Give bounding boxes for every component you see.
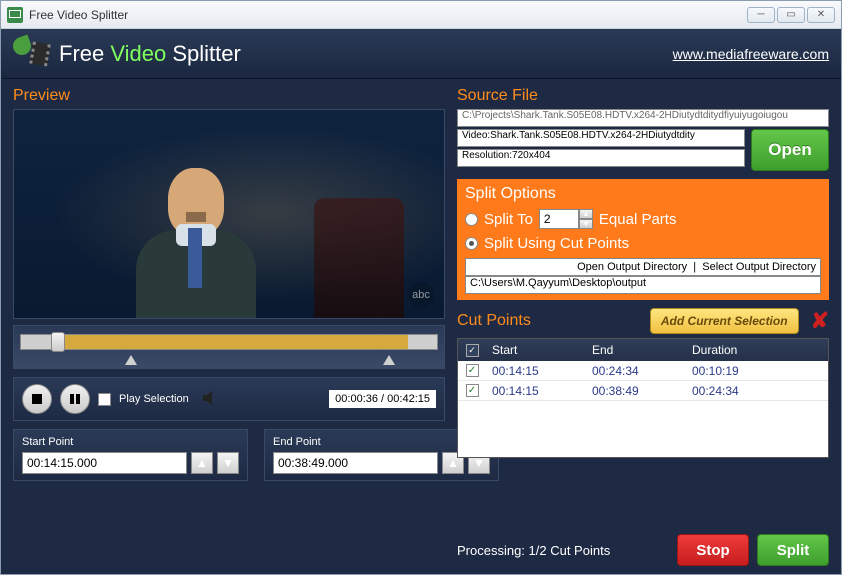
preview-viewport: abc [13,109,445,319]
split-options-label: Split Options [465,185,821,203]
close-button[interactable]: ✕ [807,7,835,23]
app-header: Free Video Splitter www.mediafreeware.co… [1,29,841,79]
table-row[interactable]: ✓ 00:14:1500:38:4900:24:34 [458,381,828,401]
start-point-down-button[interactable]: ▼ [217,452,239,474]
split-to-down[interactable]: ▼ [579,219,593,229]
time-display: 00:00:36 / 00:42:15 [329,390,436,408]
pause-button[interactable] [60,384,90,414]
titlebar[interactable]: Free Video Splitter ─ ▭ ✕ [1,1,841,29]
start-point-panel: Start Point ▲ ▼ [13,429,248,481]
cut-points-label: Cut Points [457,312,531,330]
processing-status: Processing: 1/2 Cut Points [457,543,610,558]
end-point-input[interactable] [273,452,438,474]
split-options-panel: Split Options Split To ▲ ▼ Equal Parts [457,179,829,300]
volume-icon[interactable] [203,391,219,408]
split-button[interactable]: Split [757,534,829,566]
start-point-input[interactable] [22,452,187,474]
maximize-button[interactable]: ▭ [777,7,805,23]
source-resolution-display: Resolution:720x404 [457,149,745,167]
split-using-cutpoints-label: Split Using Cut Points [484,235,629,252]
window-title: Free Video Splitter [29,8,128,22]
header-end: End [586,343,686,357]
row-checkbox[interactable]: ✓ [466,364,479,377]
add-current-selection-button[interactable]: Add Current Selection [650,308,799,334]
start-point-label: Start Point [22,436,239,448]
playhead-thumb[interactable] [51,332,65,352]
split-to-radio[interactable] [465,213,478,226]
table-row[interactable]: ✓ 00:14:1500:24:3400:10:19 [458,361,828,381]
header-duration: Duration [686,343,828,357]
play-selection-label: Play Selection [119,393,189,405]
split-to-up[interactable]: ▲ [579,209,593,219]
row-checkbox[interactable]: ✓ [466,384,479,397]
open-button[interactable]: Open [751,129,829,171]
stop-button[interactable] [22,384,52,414]
minimize-button[interactable]: ─ [747,7,775,23]
delete-icon[interactable]: ✘ [811,308,829,334]
selection-range[interactable] [58,335,407,349]
source-video-display: Video:Shark.Tank.S05E08.HDTV.x264-2HDiut… [457,129,745,147]
preview-label: Preview [13,87,445,105]
split-using-cutpoints-radio[interactable] [465,237,478,250]
stop-button-main[interactable]: Stop [677,534,749,566]
select-output-directory-link[interactable]: Select Output Directory [702,261,816,273]
row-start: 00:14:15 [486,364,586,378]
header-start: Start [486,343,586,357]
cut-points-table: ✓ Start End Duration ✓00:14:1500:24:3400… [457,338,829,458]
split-to-label-pre: Split To [484,211,533,228]
start-point-up-button[interactable]: ▲ [191,452,213,474]
open-output-directory-link[interactable]: Open Output Directory [577,261,687,273]
logo-icon [13,35,51,73]
output-directory-links: Open Output Directory | Select Output Di… [465,258,821,276]
row-duration: 00:24:34 [686,384,828,398]
app-icon [7,7,23,23]
source-file-label: Source File [457,87,829,105]
source-path-display: C:\Projects\Shark.Tank.S05E08.HDTV.x264-… [457,109,829,127]
timeline-slider[interactable] [13,325,445,369]
end-marker[interactable] [383,355,395,365]
row-duration: 00:10:19 [686,364,828,378]
header-checkbox[interactable]: ✓ [466,344,479,357]
playback-controls: Play Selection 00:00:36 / 00:42:15 [13,377,445,421]
start-marker[interactable] [125,355,137,365]
row-end: 00:38:49 [586,384,686,398]
play-selection-checkbox[interactable] [98,393,111,406]
broadcast-logo: abc [408,282,434,308]
split-to-label-post: Equal Parts [599,211,677,228]
output-directory-display: C:\Users\M.Qayyum\Desktop\output [465,276,821,294]
website-link[interactable]: www.mediafreeware.com [673,46,829,62]
app-title: Free Video Splitter [59,41,241,67]
row-start: 00:14:15 [486,384,586,398]
row-end: 00:24:34 [586,364,686,378]
split-to-input[interactable] [539,209,579,229]
